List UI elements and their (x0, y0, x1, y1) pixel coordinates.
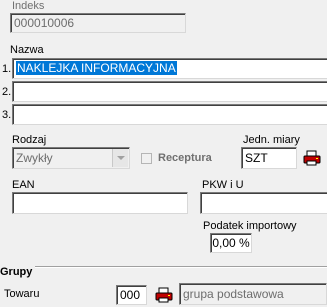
chevron-down-icon[interactable] (112, 149, 128, 167)
ean-input[interactable] (12, 192, 188, 214)
grupa-name-field: grupa podstawowa (179, 283, 327, 305)
podatek-label: Podatek importowy (203, 220, 297, 232)
nazwa-line-1-number: 1. (2, 63, 12, 75)
printer-icon[interactable] (303, 150, 321, 166)
grupy-title: Grupy (0, 266, 36, 279)
nazwa-line-2-input[interactable] (12, 81, 327, 102)
towaru-label: Towaru (4, 288, 40, 300)
receptura-checkbox[interactable] (141, 153, 152, 164)
grupy-separator (0, 266, 327, 268)
nazwa-line-3-number: 3. (2, 109, 12, 121)
pkwiu-input[interactable] (200, 192, 327, 214)
nazwa-line-3-input[interactable] (12, 104, 327, 125)
indeks-field: 000010006 (10, 13, 186, 33)
printer-icon[interactable] (155, 287, 173, 303)
jedn-miary-input[interactable]: SZT (241, 147, 297, 169)
ean-label: EAN (12, 179, 35, 191)
rodzaj-select[interactable]: Zwykły (12, 147, 130, 169)
grupa-code-input[interactable]: 000 (116, 285, 147, 305)
rodzaj-label: Rodzaj (12, 134, 47, 146)
indeks-label: Indeks (12, 0, 45, 12)
rodzaj-value: Zwykły (16, 151, 53, 165)
receptura-label: Receptura (158, 152, 212, 164)
nazwa-line-1-text: NAKLEJKA INFORMACYJNA (16, 61, 177, 75)
nazwa-label: Nazwa (10, 44, 44, 56)
nazwa-line-1-input[interactable]: NAKLEJKA INFORMACYJNA (12, 58, 327, 79)
pkwiu-label: PKW i U (202, 179, 244, 191)
nazwa-line-2-number: 2. (2, 86, 12, 98)
podatek-input[interactable]: 0,00 % (210, 233, 252, 253)
jedn-miary-label: Jedn. miary (243, 134, 300, 146)
